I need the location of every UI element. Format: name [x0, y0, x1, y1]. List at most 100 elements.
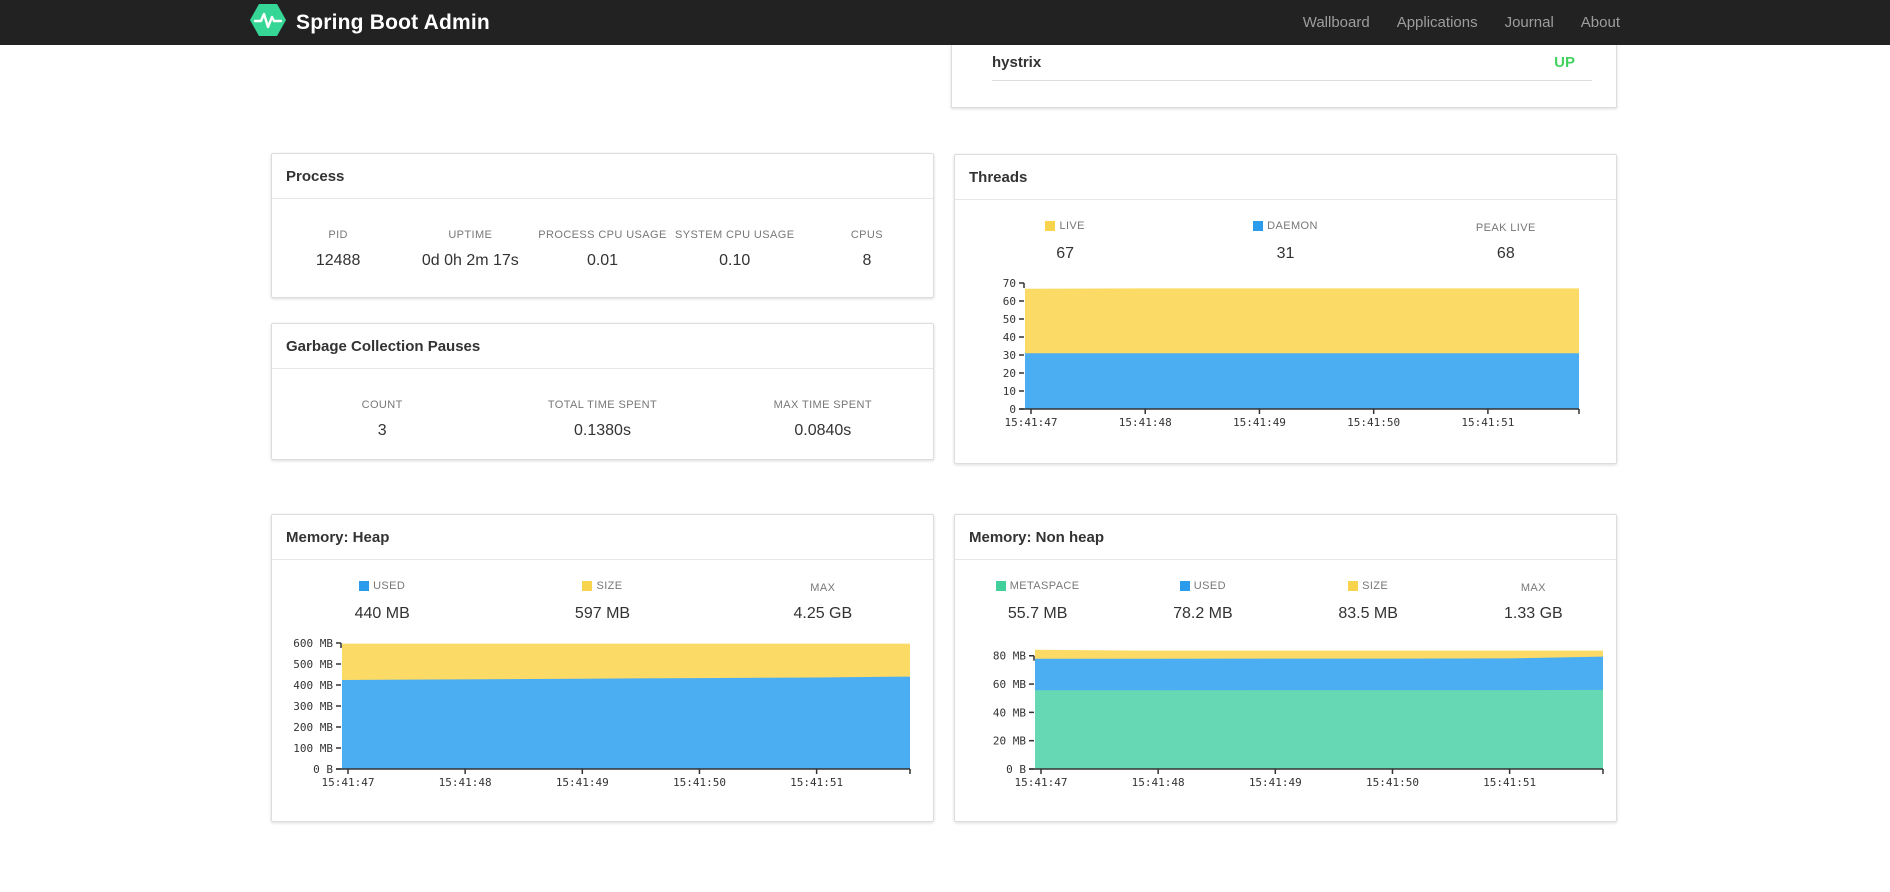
stat-label: SYSTEM CPU USAGE: [674, 229, 795, 241]
svg-text:15:41:51: 15:41:51: [1483, 776, 1536, 789]
stat-label: MAX: [1521, 582, 1546, 594]
metaspace-legend-swatch: [995, 581, 1006, 591]
stat-cpus: CPUS 8: [801, 225, 933, 270]
stat-value: 1.33 GB: [1504, 605, 1563, 622]
stat-value: 0.1380s: [574, 422, 631, 439]
application-status-badge: UP: [1554, 54, 1575, 71]
stat-value: 4.25 GB: [793, 605, 853, 622]
stat-label: COUNT: [361, 399, 403, 411]
svg-text:40 MB: 40 MB: [993, 706, 1026, 719]
live-legend-swatch: [1045, 221, 1056, 231]
heap-card-title: Memory: Heap: [272, 515, 933, 560]
svg-text:100 MB: 100 MB: [293, 742, 333, 755]
brand-link[interactable]: Spring Boot Admin: [248, 0, 490, 45]
page: Spring Boot Admin Wallboard Applications…: [0, 0, 1890, 892]
stat-heap-max: MAX 4.25 GB: [713, 578, 933, 623]
legend-label: LIVE: [1059, 220, 1085, 232]
stat-label: PEAK LIVE: [1476, 222, 1536, 234]
nav-item-applications[interactable]: Applications: [1397, 14, 1478, 31]
application-name[interactable]: hystrix: [992, 54, 1041, 71]
stat-value: 0.0840s: [794, 422, 852, 439]
stat-value: 8: [862, 252, 872, 269]
memory-nonheap-card: Memory: Non heap METASPACE 55.7 MB USED …: [954, 514, 1617, 822]
legend-label: SIZE: [596, 580, 623, 592]
heap-stats-row: USED 440 MB SIZE 597 MB MAX 4.25 GB: [272, 560, 933, 623]
svg-text:600 MB: 600 MB: [293, 637, 333, 650]
stat-threads-live: LIVE 67: [955, 218, 1175, 263]
stat-label: SIZE: [1348, 580, 1388, 592]
stat-gc-count: COUNT 3: [272, 395, 492, 440]
stat-label: DAEMON: [1253, 220, 1318, 232]
process-card: Process PID 12488 UPTIME 0d 0h 2m 17s PR…: [271, 153, 934, 298]
svg-text:30: 30: [1003, 349, 1016, 362]
legend-label: SIZE: [1362, 580, 1389, 592]
svg-text:60 MB: 60 MB: [993, 678, 1026, 691]
stat-gc-total-time: TOTAL TIME SPENT 0.1380s: [492, 395, 712, 440]
svg-text:50: 50: [1003, 313, 1016, 326]
gc-stats-row: COUNT 3 TOTAL TIME SPENT 0.1380s MAX TIM…: [272, 369, 933, 440]
nonheap-card-title: Memory: Non heap: [955, 515, 1616, 560]
stat-value: 0d 0h 2m 17s: [421, 252, 519, 269]
application-status-card: hystrix UP: [951, 45, 1617, 108]
threads-card: Threads LIVE 67 DAEMON 31 PEAK LIVE 68 0…: [954, 154, 1617, 464]
gc-card-title: Garbage Collection Pauses: [272, 324, 933, 369]
svg-text:15:41:47: 15:41:47: [322, 776, 375, 789]
nav-item-journal[interactable]: Journal: [1505, 14, 1554, 31]
stat-label: PROCESS CPU USAGE: [538, 229, 667, 241]
memory-heap-card: Memory: Heap USED 440 MB SIZE 597 MB MAX: [271, 514, 934, 822]
stat-label: UPTIME: [448, 229, 493, 241]
stat-system-cpu-usage: SYSTEM CPU USAGE 0.10: [669, 225, 801, 270]
memory-heap-chart: 0 B 100 MB 200 MB 300 MB 400 MB 500 MB 600 MB 1…: [293, 637, 911, 789]
process-card-title: Process: [272, 154, 933, 199]
stat-value: 68: [1496, 245, 1515, 262]
legend-label: USED: [373, 580, 406, 592]
threads-stats-row: LIVE 67 DAEMON 31 PEAK LIVE 68: [955, 200, 1616, 263]
svg-text:20: 20: [1003, 367, 1016, 380]
stat-threads-peak-live: PEAK LIVE 68: [1396, 218, 1616, 263]
svg-text:500 MB: 500 MB: [293, 658, 333, 671]
nav-menu: Wallboard Applications Journal About: [1303, 0, 1620, 45]
stat-nonheap-max: MAX 1.33 GB: [1451, 578, 1616, 623]
stat-value: 0.10: [719, 252, 751, 269]
stat-nonheap-metaspace: METASPACE 55.7 MB: [955, 578, 1120, 623]
used-legend-swatch: [1179, 581, 1190, 591]
stat-value: 78.2 MB: [1173, 605, 1233, 622]
stat-value: 31: [1276, 245, 1295, 262]
svg-text:200 MB: 200 MB: [293, 721, 333, 734]
svg-text:15:41:48: 15:41:48: [1119, 416, 1172, 429]
stat-label: TOTAL TIME SPENT: [547, 399, 658, 411]
garbage-collection-card: Garbage Collection Pauses COUNT 3 TOTAL …: [271, 323, 934, 460]
application-status-row[interactable]: hystrix UP: [952, 45, 1616, 71]
stat-value: 3: [377, 422, 387, 439]
stat-heap-size: SIZE 597 MB: [492, 578, 712, 623]
legend-label: METASPACE: [1009, 580, 1080, 592]
threads-card-title: Threads: [955, 155, 1616, 200]
nav-item-about[interactable]: About: [1581, 14, 1620, 31]
stat-value: 440 MB: [354, 605, 410, 622]
svg-text:15:41:51: 15:41:51: [790, 776, 843, 789]
stat-threads-daemon: DAEMON 31: [1175, 218, 1395, 263]
stat-nonheap-used: USED 78.2 MB: [1120, 578, 1285, 623]
stat-label: USED: [1179, 580, 1226, 592]
stat-uptime: UPTIME 0d 0h 2m 17s: [404, 225, 536, 270]
stat-pid: PID 12488: [272, 225, 404, 270]
legend-label: DAEMON: [1267, 220, 1318, 232]
stat-nonheap-size: SIZE 83.5 MB: [1286, 578, 1451, 623]
svg-text:15:41:48: 15:41:48: [1132, 776, 1185, 789]
stat-value: 597 MB: [574, 605, 631, 622]
nav-item-wallboard[interactable]: Wallboard: [1303, 14, 1370, 31]
memory-nonheap-chart: 0 B 20 MB 40 MB 60 MB 80 MB 15:41:47 15:41:48 1…: [993, 650, 1604, 789]
legend-label: PEAK LIVE: [1475, 222, 1536, 234]
svg-text:80 MB: 80 MB: [993, 650, 1026, 663]
stat-label: MAX TIME SPENT: [773, 399, 872, 411]
svg-text:0: 0: [1009, 403, 1016, 416]
svg-text:0 B: 0 B: [1006, 763, 1026, 776]
stat-value: 67: [1056, 245, 1075, 262]
svg-text:15:41:51: 15:41:51: [1461, 416, 1514, 429]
svg-text:60: 60: [1003, 295, 1016, 308]
stat-label: METASPACE: [995, 580, 1080, 592]
stat-heap-used: USED 440 MB: [272, 578, 492, 623]
divider: [992, 80, 1592, 81]
stat-value: 55.7 MB: [1007, 605, 1068, 622]
spring-boot-admin-logo-icon: [248, 0, 288, 45]
